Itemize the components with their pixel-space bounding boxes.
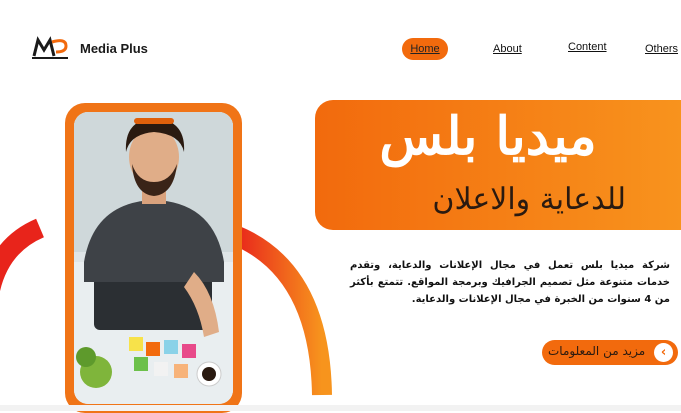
phone-speaker: [133, 118, 174, 124]
page-bottom-edge: [0, 405, 681, 411]
more-info-label: مزيد من المعلومات: [548, 344, 646, 358]
chevron-left-icon: ‹: [654, 343, 673, 362]
hero-subtitle: للدعاية والاعلان: [432, 182, 626, 217]
more-info-button[interactable]: مزيد من المعلومات ‹: [542, 340, 678, 365]
designer-photo: [74, 112, 233, 404]
hero-description: شركة ميديا بلس تعمل في مجال الإعلانات وا…: [350, 260, 670, 305]
hero-title: ميديا بلس: [379, 106, 597, 167]
hero-banner: ميديا بلس للدعاية والاعلان: [315, 100, 681, 230]
phone-screen: [74, 112, 233, 404]
phone-mockup: [65, 103, 242, 413]
